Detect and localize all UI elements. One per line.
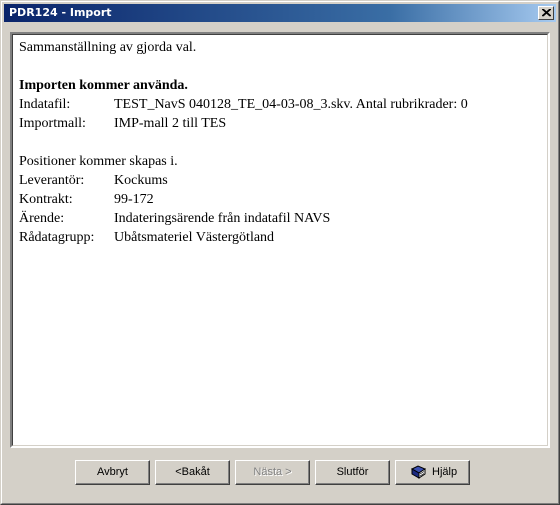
raw-data-group-label: Rådatagrupp: <box>19 230 95 245</box>
contract-value: 99-172 <box>114 192 154 207</box>
case-label: Ärende: <box>19 211 65 226</box>
title-bar[interactable]: PDR124 - Import <box>4 4 556 22</box>
help-book-icon <box>410 465 426 479</box>
import-dialog: PDR124 - Import Sammanställning av gjord… <box>0 0 560 505</box>
supplier-label: Leverantör: <box>19 173 85 188</box>
window-title: PDR124 - Import <box>9 6 112 19</box>
input-file-label: Indatafil: <box>19 97 71 112</box>
finish-button[interactable]: Slutför <box>315 460 390 485</box>
help-button[interactable]: Hjälp <box>395 460 470 485</box>
close-icon <box>542 9 551 17</box>
import-heading: Importen kommer använda. <box>19 78 188 93</box>
case-value: Indateringsärende från indatafil NAVS <box>114 211 331 226</box>
close-button[interactable] <box>538 6 554 20</box>
cancel-button[interactable]: Avbryt <box>75 460 150 485</box>
summary-intro: Sammanställning av gjorda val. <box>19 40 197 55</box>
raw-data-group-value: Ubåtsmateriel Västergötland <box>114 230 275 245</box>
import-template-label: Importmall: <box>19 116 86 131</box>
contract-label: Kontrakt: <box>19 192 73 207</box>
positions-heading: Positioner kommer skapas i. <box>19 154 178 169</box>
import-template-value: IMP-mall 2 till TES <box>114 116 227 131</box>
back-button[interactable]: <Bakåt <box>155 460 230 485</box>
next-button[interactable]: Nästa > <box>235 460 310 485</box>
input-file-value: TEST_NavS 040128_TE_04-03-08_3.skv. Anta… <box>114 97 468 112</box>
supplier-value: Kockums <box>114 173 168 188</box>
